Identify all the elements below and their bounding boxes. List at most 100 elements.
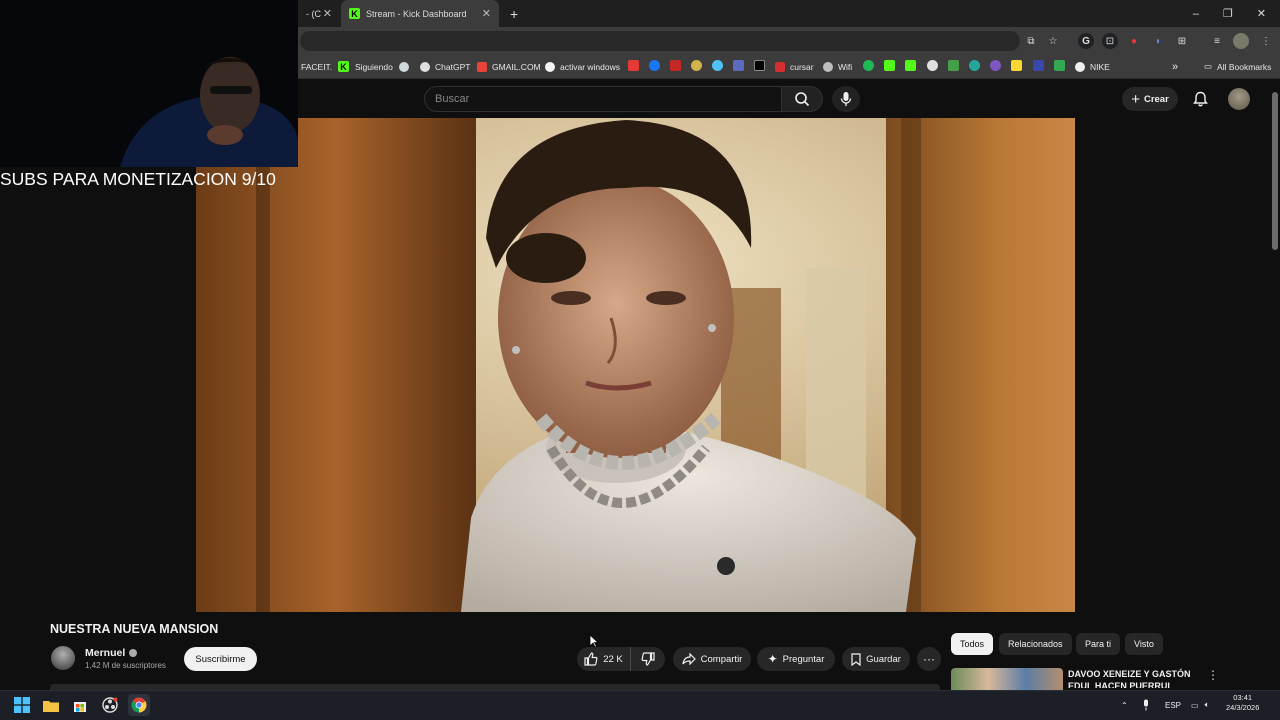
- file-explorer-icon[interactable]: [40, 694, 62, 716]
- close-tab-icon[interactable]: ✕: [323, 7, 332, 20]
- x-bookmark-icon[interactable]: [754, 60, 765, 71]
- chip-todos[interactable]: Todos: [951, 633, 994, 655]
- blue-bookmark-icon[interactable]: [1033, 60, 1044, 71]
- bookmark-wifi[interactable]: Wifi: [823, 54, 852, 79]
- save-button[interactable]: Guardar: [842, 647, 910, 671]
- extension-wave-icon[interactable]: ◗: [1150, 33, 1166, 49]
- bookmark-chatgpt-bubble[interactable]: [399, 54, 414, 79]
- bookmark-siguiendo[interactable]: K Siguiendo: [338, 54, 393, 79]
- close-window-icon[interactable]: ✕: [1257, 7, 1266, 20]
- sparkle-icon: ✦: [767, 652, 778, 666]
- bookmark-nike[interactable]: NIKE: [1075, 54, 1110, 79]
- share-icon: [682, 653, 696, 665]
- reading-list-icon[interactable]: ≡: [1209, 33, 1225, 49]
- volume-icon: 🔈︎: [1204, 700, 1210, 709]
- chrome-menu-icon[interactable]: ⋮: [1258, 33, 1274, 49]
- notifications-button[interactable]: [1190, 89, 1210, 109]
- page-scrollbar[interactable]: [1272, 92, 1278, 250]
- microphone-tray-icon[interactable]: [1142, 690, 1150, 720]
- mouse-cursor-icon: [589, 634, 599, 648]
- extension-g-icon[interactable]: G: [1078, 33, 1094, 49]
- video-frame: [196, 118, 1075, 612]
- youtube-bookmark-icon[interactable]: [628, 60, 639, 71]
- windows-start-icon[interactable]: [11, 694, 33, 716]
- dislike-button[interactable]: [631, 647, 665, 671]
- gmail-icon: [477, 61, 487, 72]
- bolt-bookmark-icon[interactable]: [1011, 60, 1022, 71]
- steam-bookmark-icon[interactable]: [712, 60, 723, 71]
- video-title: NUESTRA NUEVA MANSION: [50, 622, 219, 636]
- bookmark-cursar[interactable]: cursar: [775, 54, 814, 79]
- drive-bookmark-icon[interactable]: [1054, 60, 1065, 71]
- system-tray-icons[interactable]: ▭ 🔈︎: [1191, 690, 1209, 720]
- new-tab-button[interactable]: +: [502, 0, 524, 27]
- microphone-icon: [840, 92, 852, 106]
- recommended-video-title[interactable]: DAVOO XENEIZE Y GASTÓN EDUL HACEN PUERRU…: [1068, 668, 1203, 688]
- install-app-icon[interactable]: ⧉: [1023, 33, 1039, 49]
- channel-name-row[interactable]: Mernuel: [85, 647, 138, 659]
- ask-button[interactable]: ✦ Preguntar: [757, 647, 835, 671]
- shield-bookmark-icon[interactable]: [670, 60, 681, 71]
- channel-avatar[interactable]: [51, 646, 75, 670]
- kick-bookmark-icon[interactable]: [884, 60, 895, 71]
- bookmark-label: cursar: [790, 61, 814, 72]
- obs-studio-icon[interactable]: [99, 694, 121, 716]
- sheet-bookmark-icon[interactable]: [948, 60, 959, 71]
- search-input[interactable]: Buscar: [424, 86, 782, 112]
- like-button[interactable]: 22 K: [577, 647, 631, 671]
- chip-para-ti[interactable]: Para ti: [1076, 633, 1121, 655]
- windows-taskbar: [0, 690, 1280, 720]
- bookmark-gmail[interactable]: GMAIL.COM: [477, 54, 541, 79]
- obs-icon: [102, 697, 118, 713]
- bookmark-chatgpt[interactable]: ChatGPT: [420, 54, 470, 79]
- close-tab-icon[interactable]: ✕: [482, 7, 491, 20]
- chat-icon: [399, 61, 409, 72]
- microsoft-store-icon[interactable]: [69, 694, 91, 716]
- search-button[interactable]: [781, 86, 823, 112]
- subscribe-button[interactable]: Suscribirme: [184, 647, 257, 671]
- bookmark-activar-windows[interactable]: activar windows: [545, 54, 620, 79]
- video-player[interactable]: [196, 118, 1075, 612]
- bookmarks-overflow-button[interactable]: »: [1172, 54, 1178, 79]
- extensions-puzzle-icon[interactable]: ⊞: [1174, 33, 1190, 49]
- purple-bookmark-icon[interactable]: [990, 60, 1001, 71]
- store-bag-icon: [74, 702, 86, 712]
- folder-icon: [43, 700, 59, 712]
- facebook-bookmark-icon[interactable]: [649, 60, 660, 71]
- recommended-more-icon[interactable]: ⋮: [1207, 668, 1219, 682]
- more-actions-button[interactable]: ···: [917, 647, 941, 671]
- extension-record-icon[interactable]: ●: [1126, 33, 1142, 49]
- tray-overflow-icon[interactable]: ⌃: [1121, 690, 1128, 720]
- browser-tab-1[interactable]: - (C ✕: [298, 0, 340, 27]
- like-count: 22 K: [603, 653, 623, 665]
- chip-visto[interactable]: Visto: [1125, 633, 1163, 655]
- account-avatar[interactable]: [1228, 88, 1250, 110]
- address-bar[interactable]: [300, 31, 1020, 51]
- spotify-bookmark-icon[interactable]: [863, 60, 874, 71]
- chip-relacionados[interactable]: Relacionados: [999, 633, 1072, 655]
- bookmark-star-icon[interactable]: ☆: [1045, 33, 1061, 49]
- channel-name[interactable]: Mernuel: [85, 647, 125, 659]
- webcam-feed: [0, 0, 298, 167]
- stream-subs-goal-overlay: SUBS PARA MONETIZACION 9/10: [0, 169, 276, 189]
- create-button[interactable]: + Crear: [1122, 87, 1178, 111]
- coin-bookmark-icon[interactable]: [691, 60, 702, 71]
- chrome-taskbar-icon[interactable]: [128, 694, 150, 716]
- bookmark-faceit[interactable]: FACEIT.: [301, 54, 332, 79]
- bot-bookmark-icon[interactable]: [927, 60, 938, 71]
- green-bookmark-icon[interactable]: [969, 60, 980, 71]
- profile-icon[interactable]: [1233, 33, 1249, 49]
- all-bookmarks-button[interactable]: ▭ All Bookmarks: [1204, 54, 1271, 79]
- taskbar-clock[interactable]: 03:41 24/3/2026: [1226, 693, 1259, 713]
- restore-icon[interactable]: ❐: [1223, 7, 1233, 20]
- bookmark-label: NIKE: [1090, 61, 1110, 72]
- browser-tab-kick-dashboard[interactable]: K Stream - Kick Dashboard ✕: [341, 0, 499, 27]
- share-button[interactable]: Compartir: [673, 647, 751, 671]
- voice-search-button[interactable]: [832, 86, 860, 112]
- extension-icon[interactable]: ⊡: [1102, 33, 1118, 49]
- recommended-video-thumbnail[interactable]: [951, 668, 1063, 690]
- language-indicator[interactable]: ESP: [1165, 690, 1181, 720]
- kick-bookmark-icon-2[interactable]: [905, 60, 916, 71]
- card-bookmark-icon[interactable]: [733, 60, 744, 71]
- minimize-icon[interactable]: –: [1193, 8, 1199, 20]
